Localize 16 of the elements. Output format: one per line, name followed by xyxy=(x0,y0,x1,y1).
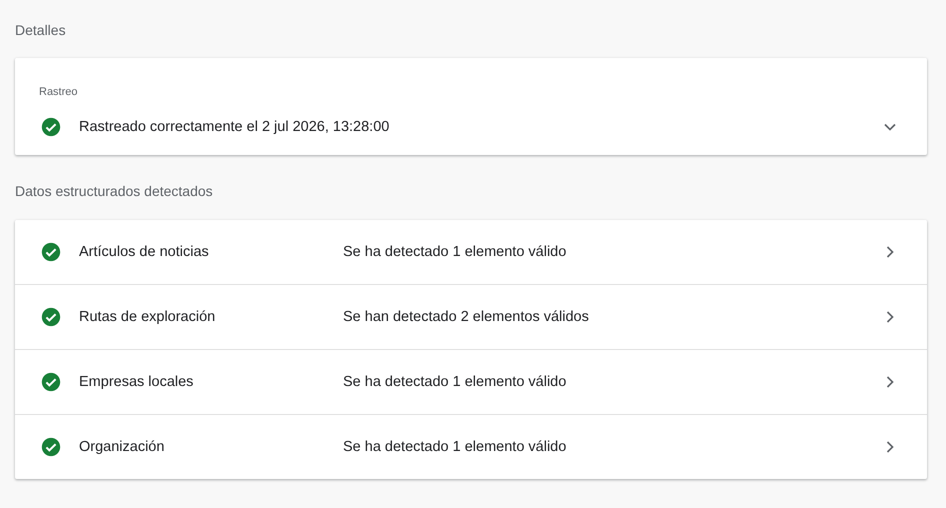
section-heading: Datos estructurados detectados xyxy=(15,182,214,201)
item-result: Se ha detectado 1 elemento válido xyxy=(343,439,568,455)
item-result: Se ha detectado 1 elemento válido xyxy=(343,374,568,390)
crawl-label: Rastreo xyxy=(38,85,79,99)
structured-data-row[interactable]: Rutas de exploración Se han detectado 2 elementos válidos xyxy=(15,284,927,349)
item-name: Artículos de noticias xyxy=(79,244,210,260)
structured-data-row[interactable]: Empresas locales Se ha detectado 1 elemento válido xyxy=(15,349,927,414)
crawl-status-text: Rastreado correctamente el 2 jul 2026, 13:28:00 xyxy=(79,119,390,135)
item-name: Empresas locales xyxy=(79,374,194,390)
section-heading: Detalles xyxy=(15,21,67,40)
structured-data-row[interactable]: Artículos de noticias Se ha detectado 1 elemento válido xyxy=(15,220,927,284)
item-name: Organización xyxy=(79,439,166,455)
item-result: Se ha detectado 1 elemento válido xyxy=(343,244,568,260)
item-name: Rutas de exploración xyxy=(79,309,216,325)
structured-data-row[interactable]: Organización Se ha detectado 1 elemento válido xyxy=(15,414,927,479)
item-result: Se han detectado 2 elementos válidos xyxy=(343,309,590,325)
